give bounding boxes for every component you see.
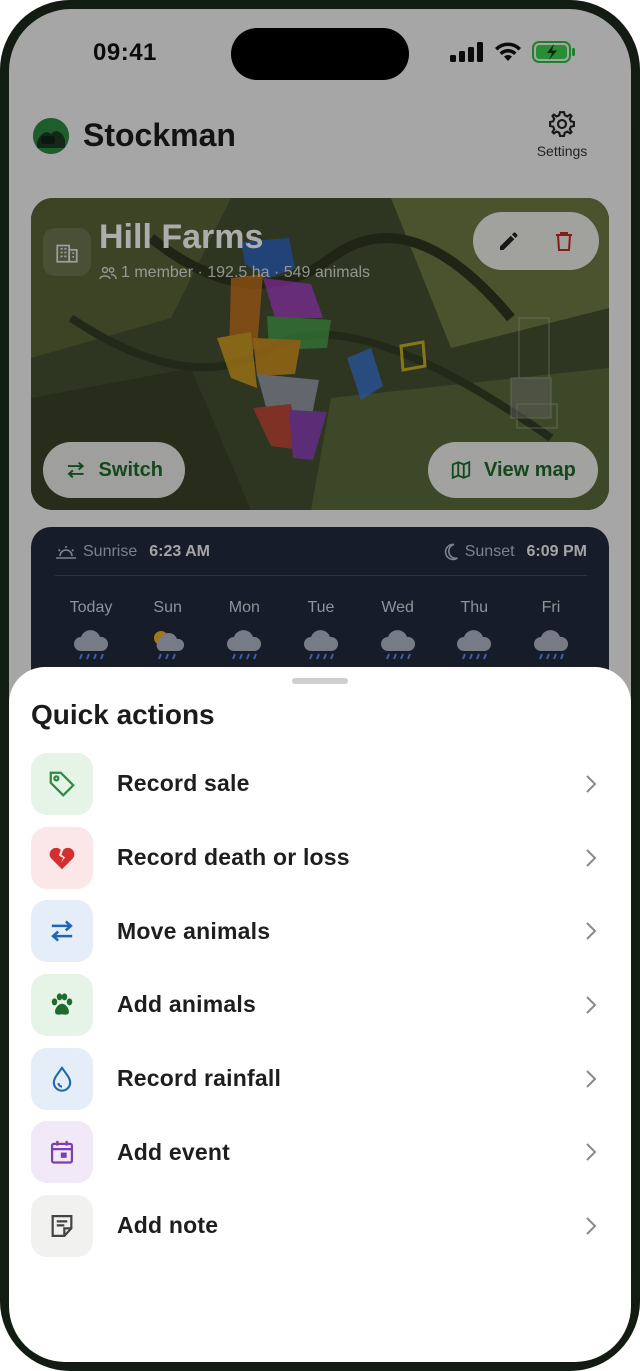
note-icon	[31, 1194, 93, 1257]
chevron-right-icon	[586, 996, 597, 1014]
add-event-action[interactable]: Add event	[31, 1115, 609, 1189]
action-label: Record rainfall	[117, 1065, 282, 1092]
chevron-right-icon	[586, 848, 597, 867]
action-label: Add note	[117, 1212, 219, 1239]
record-sale-action[interactable]: Record sale	[31, 747, 609, 821]
quick-actions-list: Record sale Record death or loss Move an…	[31, 747, 609, 1263]
action-label: Record sale	[117, 770, 250, 797]
action-label: Move animals	[117, 917, 271, 944]
swap-arrows-icon	[31, 900, 93, 963]
add-note-action[interactable]: Add note	[31, 1189, 609, 1263]
calendar-icon	[31, 1121, 93, 1184]
phone-frame: 09:41 Stockman Settings Hill Farms 1 mem…	[0, 0, 640, 1371]
move-animals-action[interactable]: Move animals	[31, 894, 609, 968]
chevron-right-icon	[586, 1069, 597, 1088]
water-drop-icon	[31, 1047, 93, 1110]
paw-icon	[31, 973, 93, 1036]
sheet-title: Quick actions	[31, 699, 215, 730]
record-death-action[interactable]: Record death or loss	[31, 821, 609, 895]
chevron-right-icon	[586, 922, 597, 940]
sheet-grabber[interactable]	[292, 678, 348, 684]
chevron-right-icon	[586, 1217, 597, 1235]
record-rainfall-action[interactable]: Record rainfall	[31, 1042, 609, 1116]
quick-actions-sheet: Quick actions Record sale Record death o…	[9, 667, 631, 1362]
broken-heart-icon	[31, 826, 93, 889]
chevron-right-icon	[586, 775, 597, 793]
tag-icon	[31, 752, 93, 815]
action-label: Add animals	[117, 991, 256, 1018]
chevron-right-icon	[586, 1143, 597, 1161]
add-animals-action[interactable]: Add animals	[31, 968, 609, 1042]
action-label: Record death or loss	[117, 844, 350, 871]
action-label: Add event	[117, 1138, 230, 1165]
